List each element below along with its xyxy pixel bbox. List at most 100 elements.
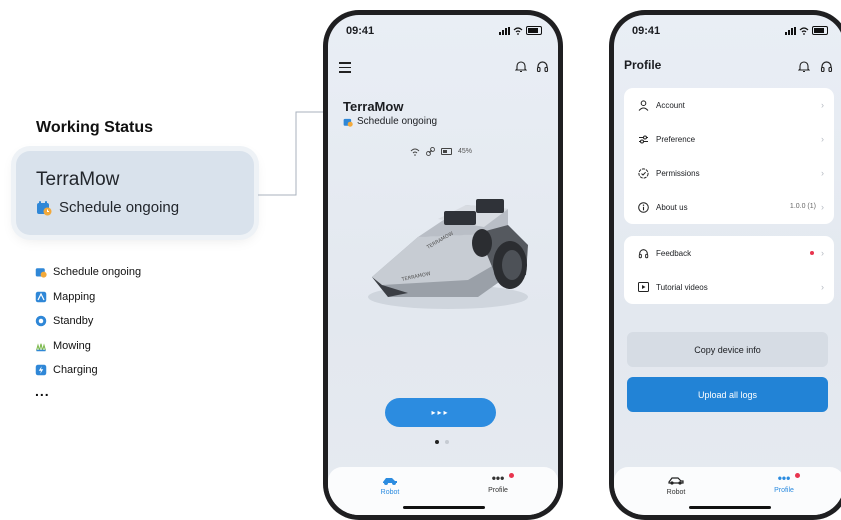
menu-item-label: About us [656,202,688,212]
profile-notification-dot [795,473,800,478]
bell-icon[interactable] [798,60,810,73]
status-card-status: Schedule ongoing [36,199,179,216]
feedback-badge [810,251,814,255]
battery-icon [526,26,542,35]
menu-item-feedback[interactable]: Feedback › [624,236,834,270]
upload-all-logs-button[interactable]: Upload all logs [627,377,828,412]
battery-percent: 45% [458,148,473,155]
legend-label: Mapping [53,290,96,303]
menu-item-preference[interactable]: Preference › [624,122,834,156]
status-legend: Schedule ongoing Mapping Standby Mowing … [35,260,141,403]
status-card-device-name: TerraMow [36,169,120,190]
chevron-right-icon: › [821,282,824,292]
start-action-button[interactable]: ▸▸▸ [385,398,496,427]
more-dots-icon: ••• [777,471,791,485]
headset-icon[interactable] [536,60,549,73]
status-card-zoom: TerraMow Schedule ongoing [16,151,254,235]
legend-more: ... [35,382,50,399]
bell-icon[interactable] [515,60,527,73]
legend-label: Schedule ongoing [53,266,142,279]
headset-icon[interactable] [820,60,833,73]
standby-icon [35,316,47,327]
legend-item: Mowing [35,334,141,359]
tab-robot-label: Robot [666,489,686,496]
link-icon [426,147,435,156]
home-indicator [689,506,771,509]
tab-profile[interactable]: ••• Profile [744,471,824,494]
wifi-icon [799,26,809,35]
status-card-status-label: Schedule ongoing [59,199,180,216]
robot-tab-icon [668,477,684,485]
connectivity-row: 45% [410,147,472,156]
legend-item: Standby [35,309,141,334]
legend-label: Standby [53,315,94,328]
status-bar-time: 09:41 [632,25,661,37]
calendar-clock-icon [37,200,52,215]
robot-phone-frame: 09:41 TerraMow Schedule ongoing 45% TERR… [323,10,563,520]
profile-notification-dot [509,473,514,478]
legend-item: Mapping [35,285,141,310]
status-bar-time: 09:41 [346,25,375,37]
menu-item-tutorial-videos[interactable]: Tutorial videos › [624,270,834,304]
signal-icon [499,26,510,35]
menu-item-about-us[interactable]: About us 1.0.0 (1) › [624,190,834,224]
video-icon [637,281,649,293]
device-name: TerraMow [343,99,404,114]
legend-label: Charging [53,364,98,377]
legend-label: Mowing [53,339,91,352]
profile-phone-frame: 09:41 Profile Account › Preference › Per… [609,10,841,520]
tab-robot-label: Robot [380,489,400,496]
page-dot [445,440,449,444]
chevron-right-icon: › [821,202,824,212]
mapping-icon [35,291,47,302]
page-title: Profile [624,58,662,72]
working-status-heading: Working Status [36,119,154,136]
menu-item-permissions[interactable]: Permissions › [624,156,834,190]
calendar-clock-icon [35,268,47,278]
settings-card: Account › Preference › Permissions › Abo… [624,88,834,224]
mower-image: TERRAMOW TERRAMOW [368,199,528,309]
charging-icon [35,365,47,376]
wifi-icon [513,26,523,35]
menu-item-account[interactable]: Account › [624,88,834,122]
legend-item: Schedule ongoing [35,260,141,285]
shield-check-icon [637,167,649,179]
tab-profile-label: Profile [774,487,794,494]
tab-profile-label: Profile [488,487,508,494]
menu-item-label: Preference [656,134,696,144]
status-bar-icons [499,26,542,35]
chevron-right-icon: › [821,100,824,110]
app-version: 1.0.0 (1) [789,203,816,210]
robot-tab-icon [383,478,397,485]
device-status-label: Schedule ongoing [357,116,438,127]
chevron-right-icon: › [821,248,824,258]
home-indicator [403,506,485,509]
headset-icon [637,247,649,259]
status-bar-icons [785,26,828,35]
profile-screen: 09:41 Profile Account › Preference › Per… [614,15,841,515]
page-indicator [435,440,449,444]
chevron-right-icon: › [821,168,824,178]
battery-icon [812,26,828,35]
info-icon [637,201,649,213]
mowing-icon [35,343,47,351]
tab-profile[interactable]: ••• Profile [458,471,538,494]
robot-screen: 09:41 TerraMow Schedule ongoing 45% TERR… [328,15,558,515]
more-dots-icon: ••• [491,471,505,485]
calendar-clock-icon [343,118,353,127]
tab-robot[interactable]: Robot [350,475,430,496]
battery-small-icon [441,148,452,155]
device-status: Schedule ongoing [343,116,437,127]
page-dot-active [435,440,439,444]
tab-robot[interactable]: Robot [636,475,716,496]
wifi-icon [410,148,420,156]
menu-item-label: Permissions [656,168,700,178]
menu-item-label: Feedback [656,248,692,258]
support-card: Feedback › Tutorial videos › [624,236,834,304]
copy-device-info-button[interactable]: Copy device info [627,332,828,367]
menu-item-label: Tutorial videos [656,282,708,292]
sliders-icon [637,133,649,145]
signal-icon [785,26,796,35]
person-icon [637,99,649,111]
menu-icon[interactable] [339,62,351,76]
